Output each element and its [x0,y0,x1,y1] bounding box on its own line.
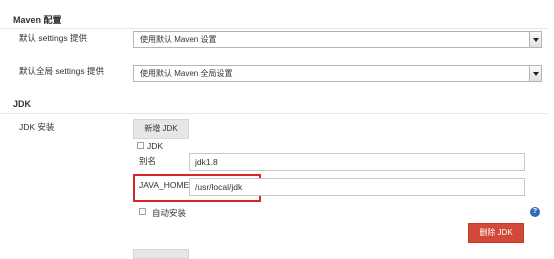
settings-select[interactable]: 使用默认 Maven 设置 [133,31,542,48]
chevron-down-icon[interactable] [529,32,541,47]
divider [0,28,548,29]
global-settings-label: 默认全局 settings 提供 [19,66,105,76]
java-home-label: JAVA_HOME [139,180,190,190]
global-settings-select-value: 使用默认 Maven 全局设置 [140,69,233,78]
jdk-section-title: JDK [13,99,32,109]
jdk-item-checkbox[interactable] [137,142,144,149]
help-icon[interactable]: ? [530,207,540,217]
alias-label: 别名 [139,156,157,166]
jdk-item-header: JDK [147,141,164,151]
settings-select-value: 使用默认 Maven 设置 [140,35,217,44]
auto-install-label: 自动安装 [152,208,187,218]
add-jdk-button-bottom[interactable] [133,249,189,259]
auto-install-checkbox[interactable] [139,208,146,215]
java-home-input[interactable]: /usr/local/jdk [189,178,525,196]
global-settings-select[interactable]: 使用默认 Maven 全局设置 [133,65,542,82]
chevron-down-icon[interactable] [529,66,541,81]
jdk-install-label: JDK 安装 [19,122,55,132]
maven-section-title: Maven 配置 [13,15,62,25]
divider [0,113,548,114]
add-jdk-button[interactable]: 新增 JDK [133,119,189,139]
delete-jdk-button[interactable]: 删除 JDK [468,223,524,243]
alias-input[interactable]: jdk1.8 [189,153,525,171]
settings-label: 默认 settings 提供 [19,33,88,43]
